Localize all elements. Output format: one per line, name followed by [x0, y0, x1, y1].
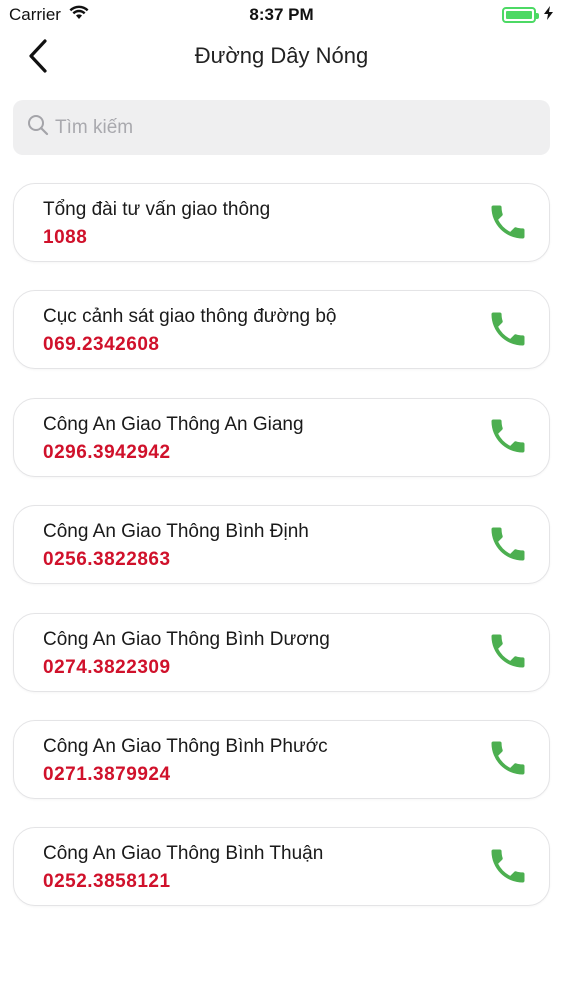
phone-icon	[486, 522, 530, 571]
hotline-card[interactable]: Công An Giao Thông Bình Thuận 0252.38581…	[13, 827, 550, 907]
search-input[interactable]	[55, 116, 515, 139]
clock: 8:37 PM	[249, 5, 314, 24]
hotline-number: 0296.3942942	[43, 441, 171, 463]
battery-icon	[502, 6, 539, 23]
battery-tip	[536, 12, 539, 19]
screen: Carrier 8:37 PM Đường Dây Nóng Tìm kiếm …	[0, 0, 563, 1000]
phone-icon	[486, 629, 530, 678]
hotline-name: Công An Giao Thông An Giang	[43, 413, 304, 435]
hotline-name: Công An Giao Thông Bình Thuận	[43, 843, 324, 865]
battery-level	[506, 10, 532, 19]
bolt-icon	[544, 6, 553, 23]
phone-icon	[486, 307, 530, 356]
hotline-number: 1088	[43, 227, 88, 248]
hotline-card[interactable]: Tổng đài tư vấn giao thông 1088	[13, 183, 550, 262]
hotline-name: Công An Giao Thông Bình Phước	[43, 735, 328, 757]
hotline-name: Công An Giao Thông Bình Dương	[43, 628, 330, 650]
page-title: Đường Dây Nóng	[194, 43, 369, 68]
hotline-name: Cục cảnh sát giao thông đường bộ	[43, 306, 337, 328]
phone-icon	[486, 736, 530, 785]
search-icon	[27, 114, 49, 141]
hotline-number: 0252.3858121	[43, 871, 171, 893]
hotline-name: Tổng đài tư vấn giao thông	[43, 199, 271, 220]
hotline-name: Công An Giao Thông Bình Định	[43, 521, 309, 543]
status-right	[502, 6, 553, 23]
hotline-card[interactable]: Công An Giao Thông An Giang 0296.3942942	[13, 397, 550, 477]
hotline-number: 0256.3822863	[43, 549, 171, 571]
call-button[interactable]	[485, 416, 531, 462]
phone-icon	[486, 844, 530, 893]
hotline-number: 0271.3879924	[43, 763, 171, 785]
hotline-card[interactable]: Công An Giao Thông Bình Dương 0274.38223…	[13, 612, 550, 692]
call-button[interactable]	[485, 201, 531, 247]
hotline-card[interactable]: Công An Giao Thông Bình Phước 0271.38799…	[13, 719, 550, 799]
hotline-list: Tổng đài tư vấn giao thông 1088 Cục cảnh…	[13, 183, 550, 935]
status-bar: Carrier 8:37 PM	[0, 0, 563, 30]
phone-icon	[486, 414, 530, 463]
call-button[interactable]	[485, 631, 531, 677]
hotline-number: 069.2342608	[43, 334, 160, 356]
nav-bar: Đường Dây Nóng	[0, 30, 563, 86]
hotline-number: 0274.3822309	[43, 656, 171, 678]
search-bar[interactable]	[13, 100, 550, 155]
hotline-card[interactable]: Công An Giao Thông Bình Định 0256.382286…	[13, 505, 550, 585]
call-button[interactable]	[485, 523, 531, 569]
call-button[interactable]	[485, 308, 531, 354]
call-button[interactable]	[485, 738, 531, 784]
phone-icon	[486, 200, 530, 249]
call-button[interactable]	[485, 845, 531, 891]
hotline-card[interactable]: Cục cảnh sát giao thông đường bộ 069.234…	[13, 290, 550, 370]
